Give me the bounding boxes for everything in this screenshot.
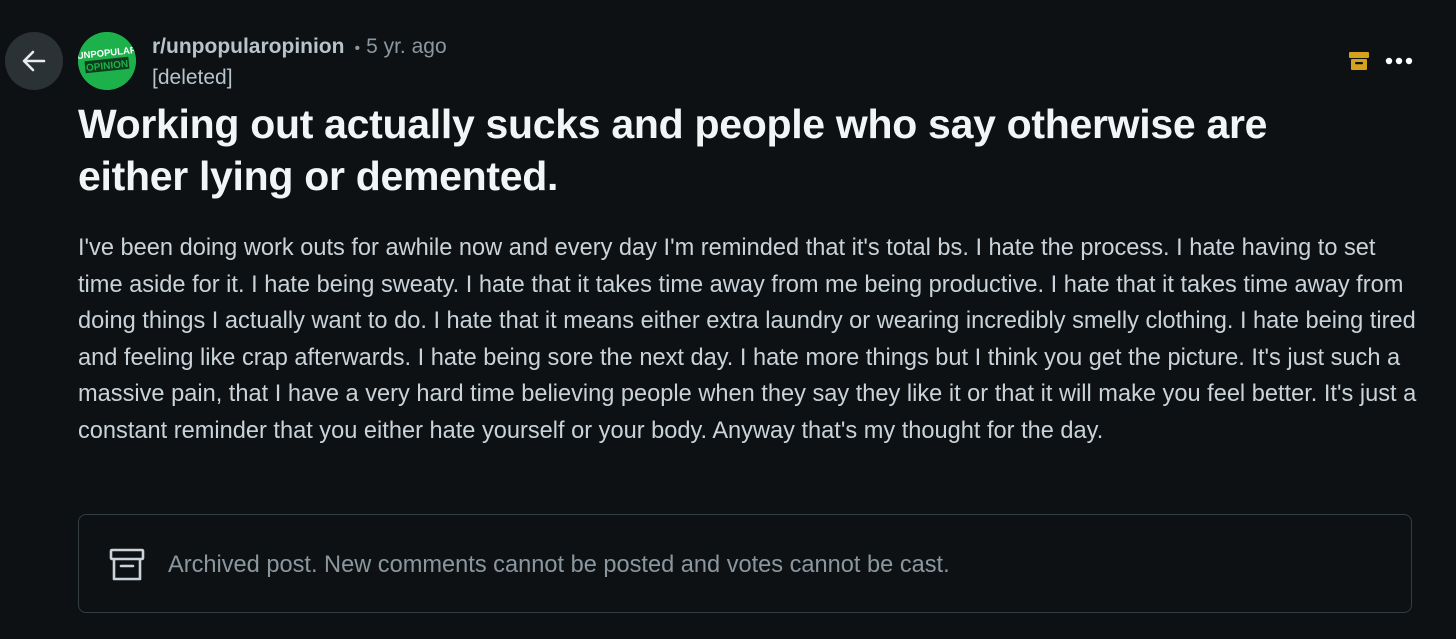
arrow-left-icon (22, 50, 46, 72)
unpopular-opinion-logo: UNPOPULAR OPINION (78, 32, 136, 90)
post-title: Working out actually sucks and people wh… (78, 101, 1268, 199)
archived-notice: Archived post. New comments cannot be po… (78, 514, 1412, 613)
post-meta: r/unpopularopinion • 5 yr. ago [deleted] (152, 34, 447, 94)
archive-box-outline-icon (109, 548, 145, 581)
back-button[interactable] (5, 32, 63, 90)
archive-box-icon (1349, 52, 1369, 70)
archived-badge (1348, 50, 1370, 72)
more-horizontal-icon (1385, 57, 1413, 65)
more-options-button[interactable] (1382, 46, 1416, 76)
post-detail-page: UNPOPULAR OPINION r/unpopularopinion • 5… (0, 0, 1456, 639)
post-age: 5 yr. ago (366, 35, 447, 58)
subreddit-avatar[interactable]: UNPOPULAR OPINION (78, 32, 136, 90)
archived-notice-text: Archived post. New comments cannot be po… (168, 552, 950, 578)
subreddit-link[interactable]: r/unpopularopinion (152, 34, 344, 60)
post-body: I've been doing work outs for awhile now… (78, 235, 1417, 444)
post-author[interactable]: [deleted] (152, 65, 447, 91)
meta-separator: • (354, 40, 361, 57)
